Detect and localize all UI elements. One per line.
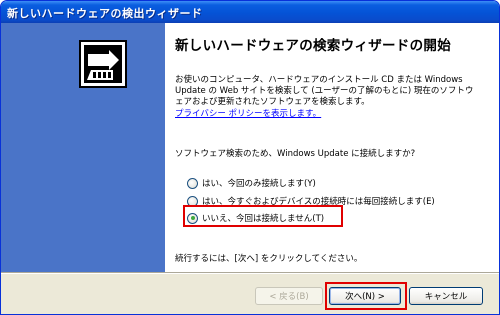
footer-separator [1,272,499,274]
wizard-side-panel [1,23,165,272]
radio-button[interactable] [187,177,198,189]
intro-text: お使いのコンピュータ、ハードウェアのインストール CD または Windows … [175,75,495,108]
wizard-content: 新しいハードウェアの検索ウィザードの開始 お使いのコンピュータ、ハードウェアのイ… [165,23,499,272]
hardware-wizard-icon [79,40,127,88]
privacy-policy-link[interactable]: プライバシー ポリシーを表示します。 [175,107,321,119]
next-button-highlight-box [325,282,407,310]
window-title: 新しいハードウェアの検出ウィザード [7,7,203,20]
back-button[interactable]: < 戻る(B) [255,287,323,305]
title-bar[interactable]: 新しいハードウェアの検出ウィザード [1,1,499,23]
instruction-text: 続行するには、[次へ] をクリックしてください。 [175,254,363,264]
wizard-window: 新しいハードウェアの検出ウィザード 新しいハードウェアの検索ウィザードの開始 お… [0,0,500,315]
cancel-button[interactable]: キャンセル [409,287,483,305]
intro-line: Update の Web サイトを検索して (ユーザーの了解のもとに) 現在のソ… [175,86,474,96]
intro-line: お使いのコンピュータ、ハードウェアのインストール CD または Windows [175,75,463,85]
option-highlight-box [183,205,343,227]
question-text: ソフトウェア検索のため、Windows Update に接続しますか? [175,149,416,159]
option-label: はい、今回のみ接続します(Y) [202,179,316,189]
page-title: 新しいハードウェアの検索ウィザードの開始 [175,38,451,54]
option-yes-once[interactable]: はい、今回のみ接続します(Y) [187,176,316,190]
